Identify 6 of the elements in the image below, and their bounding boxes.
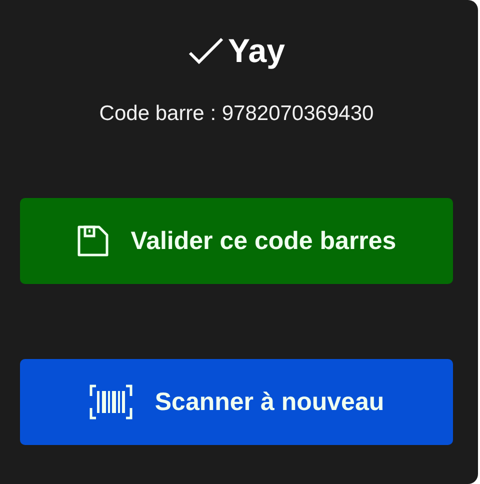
scan-button[interactable]: Scanner à nouveau bbox=[20, 359, 453, 445]
check-icon bbox=[188, 37, 224, 65]
validate-button[interactable]: Valider ce code barres bbox=[20, 198, 453, 284]
dialog-title: Yay bbox=[228, 32, 285, 70]
barcode-text: Code barre : 9782070369430 bbox=[98, 102, 375, 126]
barcode-icon bbox=[88, 384, 133, 420]
